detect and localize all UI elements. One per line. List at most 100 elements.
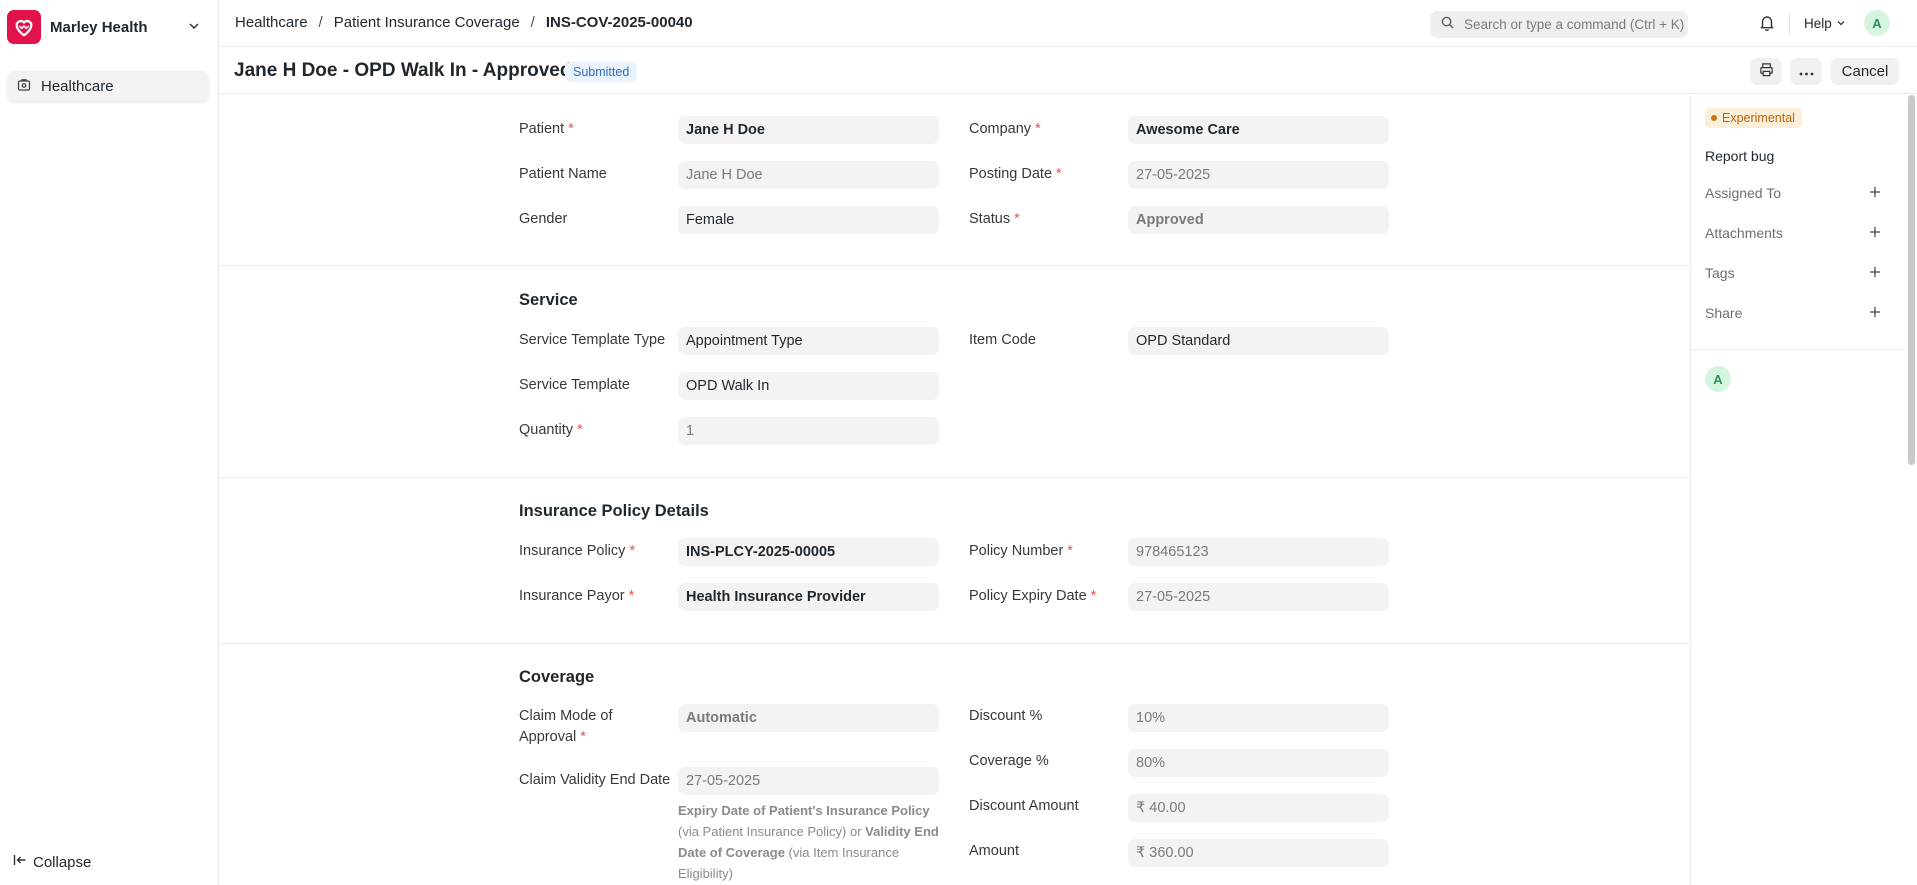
amount-field[interactable]: ₹ 360.00	[1128, 839, 1389, 867]
printer-icon	[1759, 62, 1774, 81]
discount-pct-field[interactable]: 10%	[1128, 704, 1389, 732]
collapse-icon	[13, 853, 27, 871]
section-divider	[219, 477, 1690, 478]
insurance-policy-field[interactable]: INS-PLCY-2025-00005	[678, 538, 939, 566]
navbar: Healthcare / Patient Insurance Coverage …	[219, 0, 1917, 47]
item-code-field[interactable]: OPD Standard	[1128, 327, 1389, 355]
heart-logo-icon	[7, 10, 41, 44]
field-label-quantity: Quantity *	[519, 422, 583, 438]
experimental-label: Experimental	[1722, 111, 1795, 125]
plus-icon[interactable]	[1869, 265, 1881, 281]
section-divider	[219, 643, 1690, 644]
plus-icon[interactable]	[1869, 185, 1881, 201]
patient-field[interactable]: Jane H Doe	[678, 116, 939, 144]
share-row[interactable]: Share	[1705, 305, 1881, 321]
field-label-discount-amount: Discount Amount	[969, 798, 1079, 814]
field-label-coverage-pct: Coverage %	[969, 753, 1049, 769]
policy-expiry-date-field[interactable]: 27-05-2025	[1128, 583, 1389, 611]
claim-validity-end-date-field[interactable]: 27-05-2025	[678, 767, 939, 795]
breadcrumb-current[interactable]: INS-COV-2025-00040	[546, 14, 693, 31]
share-label: Share	[1705, 305, 1743, 321]
notification-bell-icon[interactable]	[1759, 14, 1775, 35]
right-panel-separator	[1691, 349, 1903, 350]
search-input[interactable]: Search or type a command (Ctrl + K)	[1430, 11, 1688, 38]
field-label-company: Company *	[969, 121, 1041, 137]
more-actions-button[interactable]	[1790, 58, 1822, 85]
search-icon	[1441, 16, 1454, 33]
breadcrumb-separator: /	[318, 14, 323, 31]
section-title-service: Service	[519, 291, 578, 309]
workspace-name: Marley Health	[50, 18, 148, 36]
field-label-claim-mode: Claim Mode of Approval *	[519, 708, 613, 745]
coverage-pct-field[interactable]: 80%	[1128, 749, 1389, 777]
help-dropdown[interactable]: Help	[1804, 16, 1846, 31]
section-divider	[219, 265, 1690, 266]
patient-name-field[interactable]: Jane H Doe	[678, 161, 939, 189]
user-avatar[interactable]: A	[1864, 10, 1890, 36]
breadcrumb: Healthcare / Patient Insurance Coverage …	[235, 14, 693, 31]
field-label-item-code: Item Code	[969, 332, 1036, 348]
service-template-type-field[interactable]: Appointment Type	[678, 327, 939, 355]
page-title: Jane H Doe - OPD Walk In - Approved	[234, 60, 572, 81]
tags-label: Tags	[1705, 265, 1735, 281]
sidebar: Marley Health Healthcare Collapse	[0, 0, 218, 885]
chevron-down-icon[interactable]	[187, 19, 201, 37]
breadcrumb-healthcare[interactable]: Healthcare	[235, 14, 308, 31]
plus-icon[interactable]	[1869, 225, 1881, 241]
cancel-button[interactable]: Cancel	[1831, 58, 1899, 85]
field-label-discount-pct: Discount %	[969, 708, 1043, 724]
section-title-coverage: Coverage	[519, 668, 595, 686]
field-label-posting-date: Posting Date *	[969, 166, 1062, 182]
field-label-patient-name: Patient Name	[519, 166, 607, 182]
claim-validity-help-text: Expiry Date of Patient's Insurance Polic…	[678, 803, 939, 881]
field-label-insurance-payor: Insurance Payor *	[519, 588, 635, 604]
search-placeholder: Search or type a command (Ctrl + K)	[1464, 17, 1685, 32]
navbar-divider	[1789, 13, 1790, 35]
section-title-insurance-policy: Insurance Policy Details	[519, 502, 709, 520]
sidebar-item-label: Healthcare	[41, 78, 114, 95]
attachments-label: Attachments	[1705, 225, 1783, 241]
assigned-to-label: Assigned To	[1705, 185, 1782, 201]
field-label-gender: Gender	[519, 211, 568, 227]
field-label-patient: Patient *	[519, 121, 574, 137]
insurance-payor-field[interactable]: Health Insurance Provider	[678, 583, 939, 611]
field-label-policy-expiry-date: Policy Expiry Date *	[969, 588, 1097, 604]
tags-row[interactable]: Tags	[1705, 265, 1881, 281]
field-label-service-template-type: Service Template Type	[519, 332, 666, 348]
assigned-to-row[interactable]: Assigned To	[1705, 185, 1881, 201]
attachments-row[interactable]: Attachments	[1705, 225, 1881, 241]
field-label-service-template: Service Template	[519, 377, 630, 393]
sidebar-item-healthcare[interactable]: Healthcare	[7, 71, 209, 102]
service-template-field[interactable]: OPD Walk In	[678, 372, 939, 400]
breadcrumb-separator: /	[530, 14, 535, 31]
workspace-switcher[interactable]: Marley Health	[7, 10, 207, 44]
policy-number-field[interactable]: 978465123	[1128, 538, 1389, 566]
discount-amount-field[interactable]: ₹ 40.00	[1128, 794, 1389, 822]
status-badge: Submitted	[565, 62, 638, 82]
field-label-policy-number: Policy Number *	[969, 543, 1073, 559]
field-label-amount: Amount	[969, 843, 1019, 859]
collapse-sidebar-button[interactable]: Collapse	[13, 853, 91, 871]
page-scrollbar[interactable]	[1908, 95, 1915, 465]
report-bug-link[interactable]: Report bug	[1705, 148, 1774, 164]
form-body: Patient * Jane H Doe Patient Name Jane H …	[219, 95, 1690, 885]
viewer-avatar[interactable]: A	[1705, 366, 1731, 392]
field-label-status: Status *	[969, 211, 1020, 227]
posting-date-field[interactable]: 27-05-2025	[1128, 161, 1389, 189]
quantity-field[interactable]: 1	[678, 417, 939, 445]
gender-field[interactable]: Female	[678, 206, 939, 234]
print-button[interactable]	[1750, 58, 1782, 85]
form-sidebar: Experimental Report bug Assigned To Atta…	[1691, 95, 1903, 885]
field-label-claim-validity-end-date: Claim Validity End Date	[519, 772, 671, 788]
field-label-insurance-policy: Insurance Policy *	[519, 543, 636, 559]
help-label: Help	[1804, 16, 1832, 31]
status-field[interactable]: Approved	[1128, 206, 1389, 234]
plus-icon[interactable]	[1869, 305, 1881, 321]
collapse-label: Collapse	[33, 853, 92, 871]
breadcrumb-patient-insurance-coverage[interactable]: Patient Insurance Coverage	[334, 14, 520, 31]
experimental-badge: Experimental	[1705, 108, 1802, 128]
healthcare-icon	[17, 78, 31, 96]
dot-icon	[1711, 115, 1717, 121]
company-field[interactable]: Awesome Care	[1128, 116, 1389, 144]
claim-mode-field[interactable]: Automatic	[678, 704, 939, 732]
